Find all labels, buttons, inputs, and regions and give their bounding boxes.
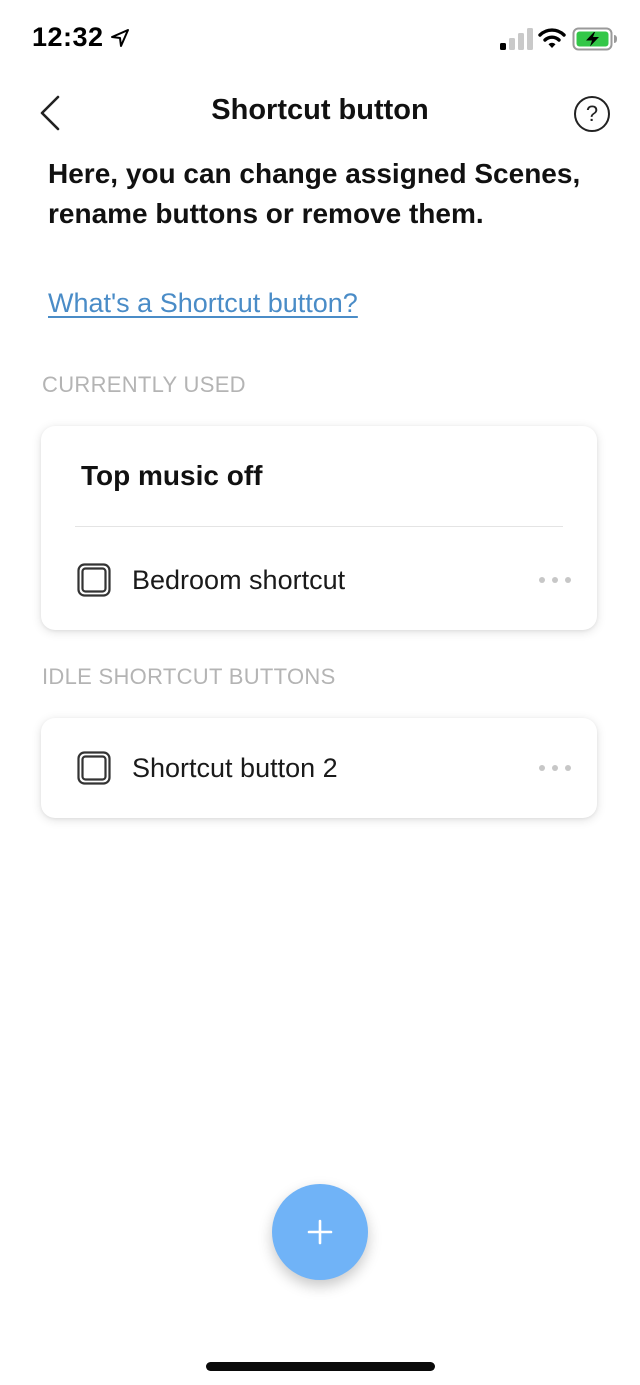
help-button[interactable]: ?	[574, 96, 610, 132]
divider	[75, 526, 563, 527]
shortcut-button-icon	[77, 563, 111, 597]
location-arrow-icon	[111, 29, 129, 47]
more-options-icon[interactable]	[539, 570, 571, 590]
shortcut-button-label: Shortcut button 2	[132, 752, 338, 783]
section-label-currently-used: CURRENTLY USED	[42, 372, 246, 397]
home-indicator	[206, 1362, 435, 1371]
page-title: Shortcut button	[211, 94, 429, 126]
intro-text: Here, you can change assigned Scenes, re…	[48, 158, 581, 229]
shortcut-button-row[interactable]: Bedroom shortcut	[41, 550, 597, 610]
idle-button-card: Shortcut button 2	[41, 718, 597, 818]
question-mark-icon: ?	[585, 101, 599, 126]
scene-title: Top music off	[81, 460, 263, 491]
plus-icon	[307, 1219, 333, 1245]
status-bar: 12:32	[0, 0, 640, 80]
more-options-icon[interactable]	[539, 758, 571, 778]
whats-shortcut-button-link[interactable]: What's a Shortcut button?	[48, 288, 358, 319]
scene-card: Top music off Bedroom shortcut	[41, 426, 597, 630]
battery-charging-icon	[572, 27, 617, 51]
shortcut-button-icon	[77, 751, 111, 785]
status-time: 12:32	[32, 22, 104, 52]
cellular-signal-icon	[500, 28, 533, 50]
wifi-icon	[538, 28, 566, 48]
add-button[interactable]	[272, 1184, 368, 1280]
section-label-idle-shortcut-buttons: IDLE SHORTCUT BUTTONS	[42, 664, 336, 689]
shortcut-button-label: Bedroom shortcut	[132, 564, 346, 595]
shortcut-button-row[interactable]: Shortcut button 2	[41, 738, 597, 798]
